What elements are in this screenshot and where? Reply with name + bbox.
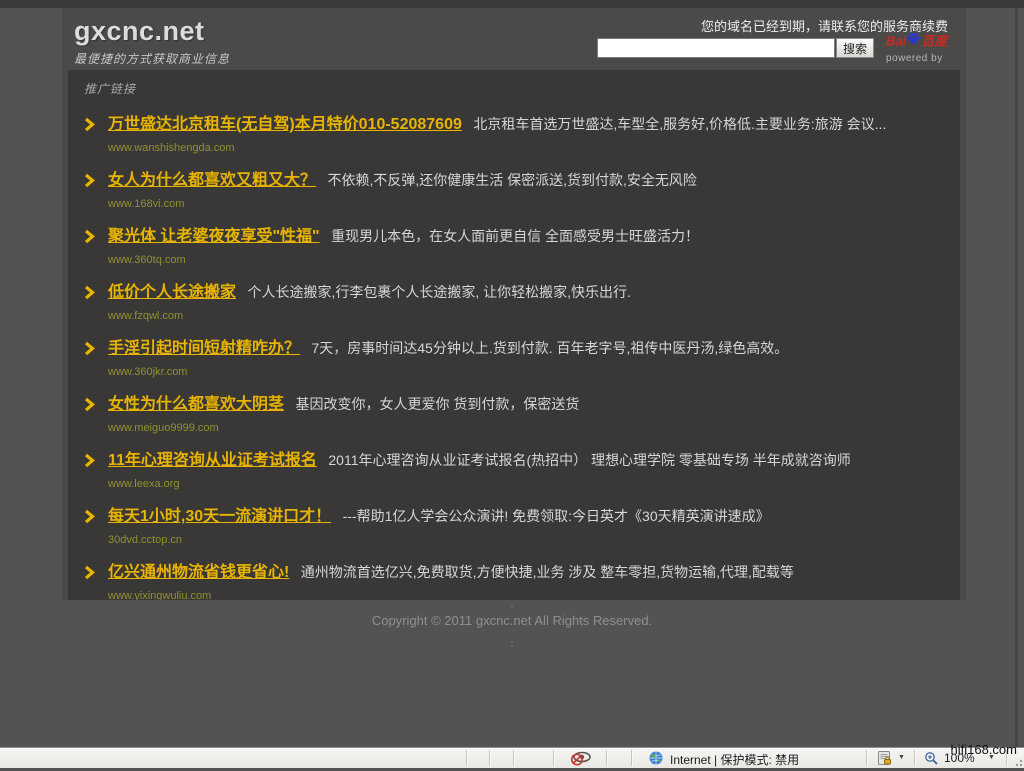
sponsored-link-row: 每天1小时,30天一流演讲口才！ ---帮助1亿人学会公众演讲! 免费领取:今日…	[84, 505, 944, 548]
sponsored-link-row: 11年心理咨询从业证考试报名 2011年心理咨询从业证考试报名(热招中） 理想心…	[84, 449, 944, 492]
link-description: 北京租车首选万世盛达,车型全,服务好,价格低.主要业务:旅游 会议...	[473, 116, 886, 132]
search-input[interactable]	[597, 38, 835, 58]
link-body: 低价个人长途搬家 个人长途搬家,行李包裹个人长途搬家, 让你轻松搬家,快乐出行.…	[108, 281, 944, 324]
link-url: www.360tq.com	[108, 252, 944, 268]
link-title[interactable]: 11年心理咨询从业证考试报名	[108, 452, 317, 469]
link-line: 每天1小时,30天一流演讲口才！ ---帮助1亿人学会公众演讲! 免费领取:今日…	[108, 505, 944, 528]
link-body: 每天1小时,30天一流演讲口才！ ---帮助1亿人学会公众演讲! 免费领取:今日…	[108, 505, 944, 548]
link-description: 7天，房事时间达45分钟以上.货到付款. 百年老字号,祖传中医丹汤,绿色高效。	[311, 340, 788, 356]
link-body: 女人为什么都喜欢又粗又大？ 不依赖,不反弹,还你健康生活 保密派送,货到付款,安…	[108, 169, 944, 212]
chevron-right-icon	[84, 561, 108, 600]
window-right-edge	[1015, 8, 1018, 747]
baidu-logo-text-left: Bai	[886, 33, 906, 48]
baidu-logo: Bai 百度	[886, 32, 976, 52]
sponsored-link-row: 手淫引起时间短射精咋办？ 7天，房事时间达45分钟以上.货到付款. 百年老字号,…	[84, 337, 944, 380]
link-title[interactable]: 聚光体 让老婆夜夜享受"性福"	[108, 228, 320, 245]
link-url: www.leexa.org	[108, 476, 944, 492]
statusbar-separator	[606, 750, 608, 766]
link-body: 万世盛达北京租车(无自驾)本月特价010-52087609 北京租车首选万世盛达…	[108, 113, 944, 156]
link-body: 聚光体 让老婆夜夜享受"性福" 重现男儿本色，在女人面前更自信 全面感受男士旺盛…	[108, 225, 944, 268]
chevron-right-icon	[84, 225, 108, 268]
resize-grip[interactable]	[1014, 758, 1022, 766]
link-description: 不依赖,不反弹,还你健康生活 保密派送,货到付款,安全无风险	[327, 172, 696, 188]
brand-block: gxcnc.net 最便捷的方式获取商业信息	[74, 16, 230, 67]
footer-dot-top: .	[0, 598, 1024, 610]
browser-status-bar: Internet | 保护模式: 禁用 ▼ 100% ▼	[0, 747, 1024, 768]
sponsored-link-row: 低价个人长途搬家 个人长途搬家,行李包裹个人长途搬家, 让你轻松搬家,快乐出行.…	[84, 281, 944, 324]
footer-dot-bottom: :	[0, 638, 1024, 650]
powered-by-label: powered by	[886, 53, 976, 64]
link-body: 手淫引起时间短射精咋办？ 7天，房事时间达45分钟以上.货到付款. 百年老字号,…	[108, 337, 944, 380]
sponsored-link-row: 女性为什么都喜欢大阴茎 基因改变你，女人更爱你 货到付款，保密送货 www.me…	[84, 393, 944, 436]
baidu-logo-text-right: 百度	[921, 33, 947, 48]
statusbar-separator	[866, 750, 868, 766]
search-button[interactable]: 搜索	[836, 38, 874, 58]
link-url: www.360jkr.com	[108, 364, 944, 380]
search-engine-brand[interactable]: Bai 百度 powered by	[886, 32, 976, 64]
window-top-strip	[0, 0, 1024, 8]
link-body: 女性为什么都喜欢大阴茎 基因改变你，女人更爱你 货到付款，保密送货 www.me…	[108, 393, 944, 436]
sponsored-link-row: 亿兴通州物流省钱更省心! 通州物流首选亿兴,免费取货,方便快捷,业务 涉及 整车…	[84, 561, 944, 600]
link-title[interactable]: 女人为什么都喜欢又粗又大？	[108, 172, 316, 189]
link-title[interactable]: 女性为什么都喜欢大阴茎	[108, 396, 284, 413]
privacy-dropdown-caret[interactable]: ▼	[898, 754, 905, 761]
statusbar-separator	[553, 750, 555, 766]
chevron-right-icon	[84, 505, 108, 548]
chevron-right-icon	[84, 393, 108, 436]
statusbar-separator	[489, 750, 491, 766]
statusbar-separator	[914, 750, 916, 766]
sponsored-links-list: 万世盛达北京租车(无自驾)本月特价010-52087609 北京租车首选万世盛达…	[84, 113, 944, 600]
link-url: www.wanshishengda.com	[108, 140, 944, 156]
site-logo: gxcnc.net	[74, 16, 230, 47]
link-title[interactable]: 亿兴通州物流省钱更省心!	[108, 564, 289, 581]
link-body: 亿兴通州物流省钱更省心! 通州物流首选亿兴,免费取货,方便快捷,业务 涉及 整车…	[108, 561, 944, 600]
link-description: 2011年心理咨询从业证考试报名(热招中） 理想心理学院 零基础专场 半年成就咨…	[328, 452, 850, 468]
link-description: ---帮助1亿人学会公众演讲! 免费领取:今日英才《30天精英演讲速成》	[343, 508, 770, 524]
link-line: 女性为什么都喜欢大阴茎 基因改变你，女人更爱你 货到付款，保密送货	[108, 393, 944, 416]
link-body: 11年心理咨询从业证考试报名 2011年心理咨询从业证考试报名(热招中） 理想心…	[108, 449, 944, 492]
link-line: 11年心理咨询从业证考试报名 2011年心理咨询从业证考试报名(热招中） 理想心…	[108, 449, 944, 472]
site-slogan: 最便捷的方式获取商业信息	[74, 50, 230, 67]
link-line: 女人为什么都喜欢又粗又大？ 不依赖,不反弹,还你健康生活 保密派送,货到付款,安…	[108, 169, 944, 192]
link-description: 通州物流首选亿兴,免费取货,方便快捷,业务 涉及 整车零担,货物运输,代理,配载…	[301, 564, 794, 580]
sponsored-link-row: 聚光体 让老婆夜夜享受"性福" 重现男儿本色，在女人面前更自信 全面感受男士旺盛…	[84, 225, 944, 268]
watermark-text: hifi168.com	[951, 742, 1017, 757]
page-header: gxcnc.net 最便捷的方式获取商业信息 您的域名已经到期，请联系您的服务商…	[62, 8, 966, 70]
promo-links-label: 推广链接	[84, 80, 944, 97]
link-line: 聚光体 让老婆夜夜享受"性福" 重现男儿本色，在女人面前更自信 全面感受男士旺盛…	[108, 225, 944, 248]
link-title[interactable]: 每天1小时,30天一流演讲口才！	[108, 508, 331, 525]
link-title[interactable]: 手淫引起时间短射精咋办？	[108, 340, 300, 357]
internet-zone-globe-icon	[649, 751, 663, 770]
statusbar-separator	[513, 750, 515, 766]
link-description: 基因改变你，女人更爱你 货到付款，保密送货	[295, 396, 579, 412]
sponsored-link-row: 女人为什么都喜欢又粗又大？ 不依赖,不反弹,还你健康生活 保密派送,货到付款,安…	[84, 169, 944, 212]
link-url: www.fzqwl.com	[108, 308, 944, 324]
link-line: 手淫引起时间短射精咋办？ 7天，房事时间达45分钟以上.货到付款. 百年老字号,…	[108, 337, 944, 360]
main-panel: gxcnc.net 最便捷的方式获取商业信息 您的域名已经到期，请联系您的服务商…	[62, 8, 966, 600]
statusbar-separator	[631, 750, 633, 766]
copyright-text: Copyright © 2011 gxcnc.net All Rights Re…	[0, 613, 1024, 628]
link-url: 30dvd.cctop.cn	[108, 532, 944, 548]
chevron-right-icon	[84, 449, 108, 492]
zoom-magnifier-icon[interactable]	[924, 751, 939, 771]
link-title[interactable]: 低价个人长途搬家	[108, 284, 236, 301]
link-title[interactable]: 万世盛达北京租车(无自驾)本月特价010-52087609	[108, 116, 462, 133]
link-description: 个人长途搬家,行李包裹个人长途搬家, 让你轻松搬家,快乐出行.	[247, 284, 630, 300]
chevron-right-icon	[84, 169, 108, 212]
baidu-paw-icon	[907, 32, 920, 48]
link-url: www.168vi.com	[108, 196, 944, 212]
link-line: 低价个人长途搬家 个人长途搬家,行李包裹个人长途搬家, 让你轻松搬家,快乐出行.	[108, 281, 944, 304]
chevron-right-icon	[84, 113, 108, 156]
link-url: www.meiguo9999.com	[108, 420, 944, 436]
sponsored-link-row: 万世盛达北京租车(无自驾)本月特价010-52087609 北京租车首选万世盛达…	[84, 113, 944, 156]
sponsored-links-panel: 推广链接 万世盛达北京租车(无自驾)本月特价010-52087609 北京租车首…	[68, 70, 960, 600]
link-description: 重现男儿本色，在女人面前更自信 全面感受男士旺盛活力！	[331, 228, 699, 244]
security-zone-text: Internet | 保护模式: 禁用	[670, 751, 799, 768]
link-line: 万世盛达北京租车(无自驾)本月特价010-52087609 北京租车首选万世盛达…	[108, 113, 944, 136]
chevron-right-icon	[84, 337, 108, 380]
link-line: 亿兴通州物流省钱更省心! 通州物流首选亿兴,免费取货,方便快捷,业务 涉及 整车…	[108, 561, 944, 584]
statusbar-separator	[466, 750, 468, 766]
chevron-right-icon	[84, 281, 108, 324]
